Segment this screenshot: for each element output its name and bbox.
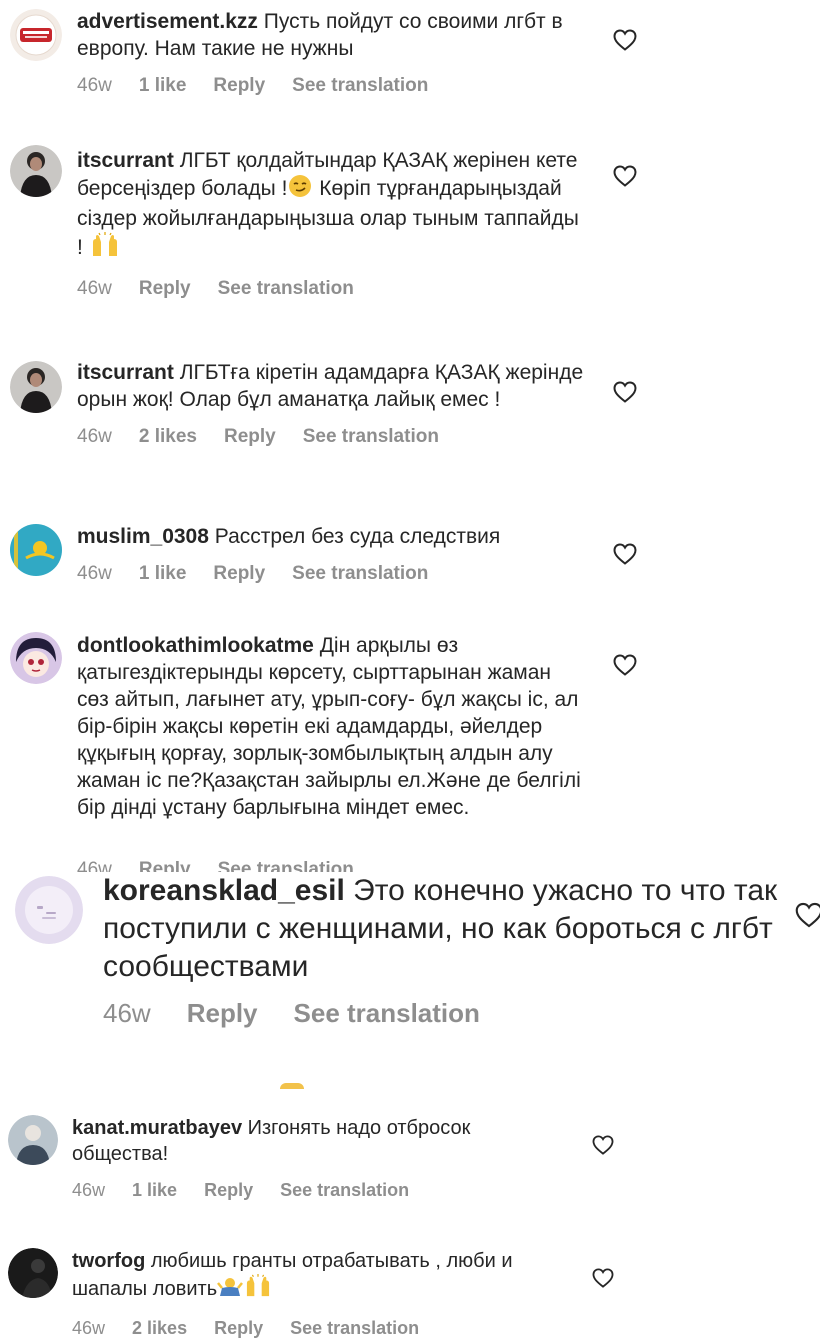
comment-text: koreansklad_esil Это конечно ужасно то ч… xyxy=(103,872,783,986)
heart-icon[interactable] xyxy=(613,29,637,51)
decorative-fragment xyxy=(280,1083,304,1089)
reply-button[interactable]: Reply xyxy=(213,563,265,585)
likes-count[interactable]: 2 likes xyxy=(139,426,197,448)
likes-count[interactable]: 1 like xyxy=(139,75,187,97)
heart-icon[interactable] xyxy=(613,165,637,187)
heart-icon[interactable] xyxy=(613,543,637,565)
reply-button[interactable]: Reply xyxy=(139,278,191,300)
avatar[interactable] xyxy=(8,1248,58,1298)
comment-username[interactable]: itscurrant xyxy=(77,361,174,384)
comment-username[interactable]: advertisement.kzz xyxy=(77,10,258,33)
comment-meta: 46w 2 likes Reply See translation xyxy=(77,426,587,448)
comment-username[interactable]: muslim_0308 xyxy=(77,525,209,548)
reply-button[interactable]: Reply xyxy=(187,998,258,1029)
comment-text: muslim_0308 Расстрел без суда следствия xyxy=(77,523,587,550)
comment-text: kanat.muratbayev Изгонять надо отбросок … xyxy=(72,1115,572,1167)
comment-username[interactable]: kanat.muratbayev xyxy=(72,1117,242,1139)
see-translation-button[interactable]: See translation xyxy=(218,278,354,300)
comment-username[interactable]: koreansklad_esil xyxy=(103,874,345,907)
comment-text: tworfog любишь гранты отрабатывать , люб… xyxy=(72,1248,572,1305)
comment-text: itscurrant ЛГБТ қолдайтындар ҚАЗАҚ жерін… xyxy=(77,147,587,265)
advert-logo-icon xyxy=(10,9,62,61)
see-translation-button[interactable]: See translation xyxy=(292,75,428,97)
comment-time: 46w xyxy=(77,563,112,584)
anime-avatar-icon xyxy=(10,632,62,684)
comment-item: koreansklad_esil Это конечно ужасно то ч… xyxy=(0,872,820,1072)
reply-button[interactable]: Reply xyxy=(204,1180,253,1201)
user-photo-icon xyxy=(8,1115,58,1165)
comment-body: Дін арқылы өз қатыгездіктерынды көрсету,… xyxy=(77,634,581,819)
user-photo-icon xyxy=(10,361,62,413)
avatar[interactable] xyxy=(10,632,62,684)
likes-count[interactable]: 2 likes xyxy=(132,1318,187,1339)
smirk-emoji-icon xyxy=(287,174,313,205)
comment-meta: 46w 2 likes Reply See translation xyxy=(72,1318,572,1339)
likes-count[interactable]: 1 like xyxy=(139,563,187,585)
comment-text: advertisement.kzz Пусть пойдут со своими… xyxy=(77,8,587,62)
avatar[interactable] xyxy=(15,876,83,944)
see-translation-button[interactable]: See translation xyxy=(290,1318,419,1339)
avatar[interactable] xyxy=(10,9,62,61)
reply-button[interactable]: Reply xyxy=(214,1318,263,1339)
heart-icon[interactable] xyxy=(795,902,820,928)
comment-time: 46w xyxy=(77,426,112,447)
comment-meta: 46w Reply See translation xyxy=(103,998,783,1029)
heart-icon[interactable] xyxy=(613,381,637,403)
avatar[interactable] xyxy=(8,1115,58,1165)
shrug-emoji-icon xyxy=(217,1275,244,1304)
comment-time: 46w xyxy=(77,278,112,299)
see-translation-button[interactable]: See translation xyxy=(292,563,428,585)
store-logo-icon xyxy=(15,876,83,944)
comment-text: dontlookathimlookatme Дін арқылы өз қаты… xyxy=(77,632,587,821)
heart-icon[interactable] xyxy=(613,654,637,676)
user-photo-icon xyxy=(10,145,62,197)
raised-hands-emoji-icon xyxy=(89,232,121,265)
comment-text: itscurrant ЛГБТға кіретін адамдарға ҚАЗА… xyxy=(77,359,587,413)
user-photo-icon xyxy=(8,1248,58,1298)
comment-meta: 46w 1 like Reply See translation xyxy=(77,75,587,97)
avatar[interactable] xyxy=(10,524,62,576)
comment-meta: 46w 1 like Reply See translation xyxy=(77,563,587,585)
comment-body: Расстрел без суда следствия xyxy=(214,525,501,548)
comment-time: 46w xyxy=(72,1180,106,1200)
comment-username[interactable]: dontlookathimlookatme xyxy=(77,634,314,657)
see-translation-button[interactable]: See translation xyxy=(280,1180,409,1201)
comment-time: 46w xyxy=(103,998,151,1028)
see-translation-button[interactable]: See translation xyxy=(303,426,439,448)
see-translation-button[interactable]: See translation xyxy=(294,998,480,1029)
reply-button[interactable]: Reply xyxy=(213,75,265,97)
avatar[interactable] xyxy=(10,361,62,413)
raised-hands-emoji-icon xyxy=(243,1274,273,1305)
heart-icon[interactable] xyxy=(592,1268,614,1288)
likes-count[interactable]: 1 like xyxy=(132,1180,177,1201)
comment-meta: 46w 1 like Reply See translation xyxy=(72,1180,572,1201)
kazakhstan-flag-icon xyxy=(10,524,62,576)
comment-username[interactable]: tworfog xyxy=(72,1250,145,1272)
comment-time: 46w xyxy=(77,75,112,96)
avatar[interactable] xyxy=(10,145,62,197)
heart-icon[interactable] xyxy=(592,1135,614,1155)
comment-time: 46w xyxy=(72,1318,106,1338)
comment-meta: 46w Reply See translation xyxy=(77,278,587,300)
comment-username[interactable]: itscurrant xyxy=(77,149,174,172)
reply-button[interactable]: Reply xyxy=(224,426,276,448)
